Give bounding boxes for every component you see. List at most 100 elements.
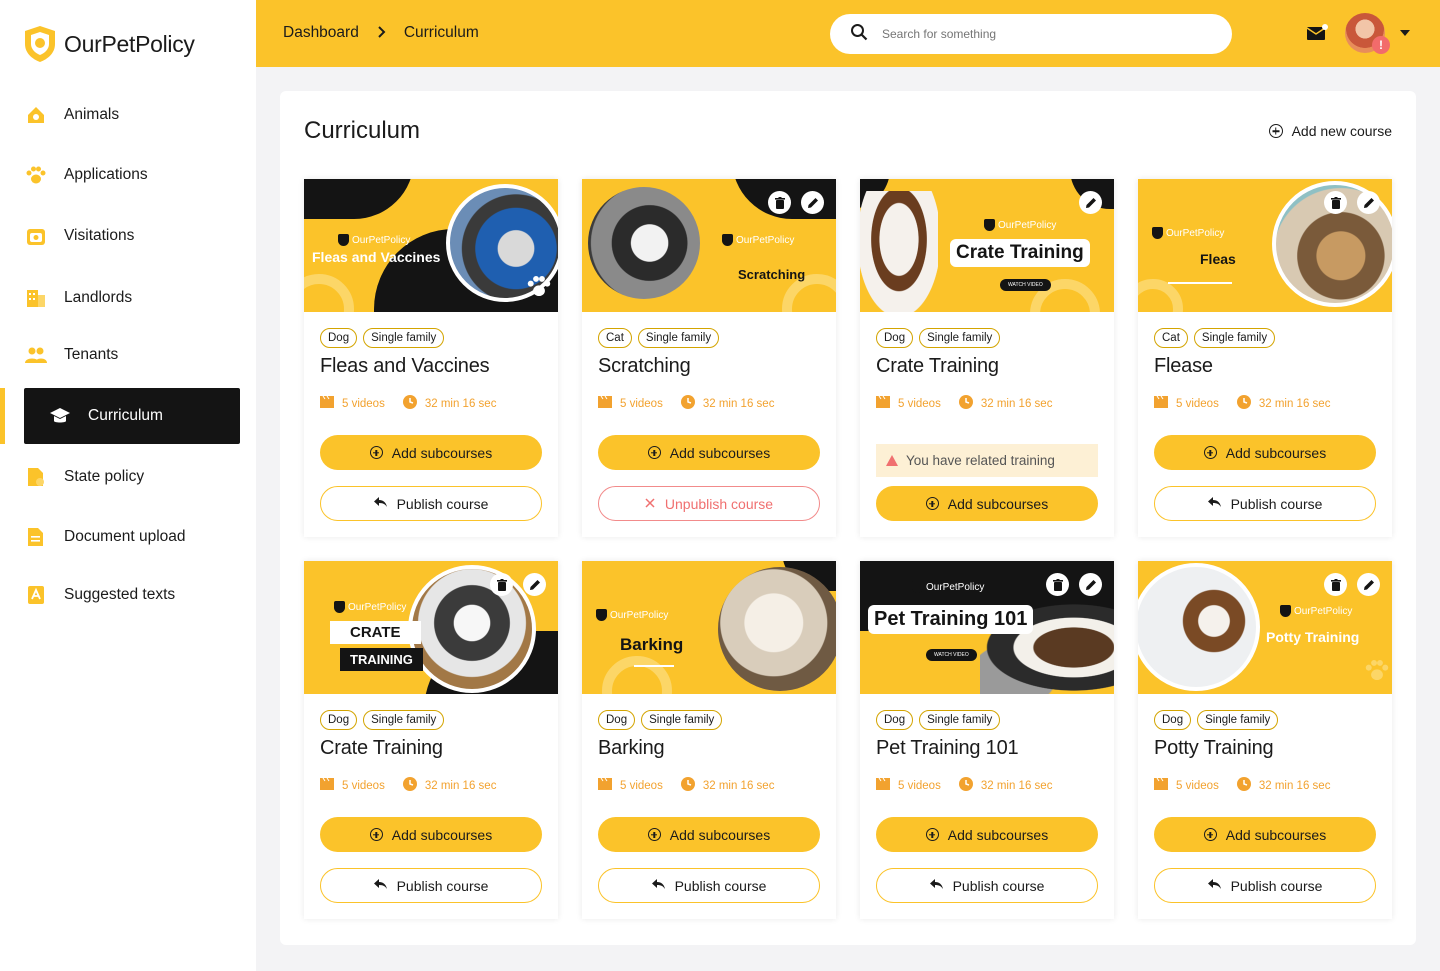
paw-icon — [24, 163, 48, 187]
add-subcourses-button[interactable]: Add subcourses — [598, 435, 820, 470]
sidebar-item-label: Visitations — [64, 227, 135, 244]
sidebar-item-landlords[interactable]: Landlords — [24, 270, 240, 326]
delete-icon[interactable] — [768, 191, 791, 214]
sidebar-item-tenants[interactable]: Tenants — [24, 327, 240, 383]
related-training-warning: You have related training — [876, 444, 1098, 477]
publish-course-label: Publish course — [396, 495, 489, 512]
plus-circle-icon — [369, 828, 383, 841]
tag: Dog — [1154, 710, 1192, 730]
publish-course-label: Publish course — [396, 877, 489, 894]
course-card[interactable]: OurPetPolicy Barking Dog Single family B… — [582, 561, 836, 919]
reply-arrow-icon — [373, 496, 387, 511]
course-duration: 32 min 16 sec — [1258, 779, 1331, 792]
edit-pencil-icon[interactable] — [1357, 573, 1380, 596]
course-card[interactable]: OurPetPolicy Scratching Cat Single famil… — [582, 179, 836, 537]
video-clapper-icon — [598, 395, 612, 411]
add-subcourses-button[interactable]: Add subcourses — [876, 817, 1098, 852]
course-thumbnail[interactable]: OurPetPolicy Fleas and Vaccines — [304, 179, 558, 312]
add-new-course-button[interactable]: Add new course — [1268, 123, 1392, 139]
watch-video-badge: WATCH VIDEO — [926, 649, 977, 661]
breadcrumb: Dashboard Curriculum — [283, 24, 479, 42]
sidebar-item-label: Landlords — [64, 289, 133, 306]
add-subcourses-button[interactable]: Add subcourses — [320, 435, 542, 470]
sidebar-item-animals[interactable]: Animals — [24, 87, 240, 143]
publish-course-button[interactable]: Publish course — [1154, 486, 1376, 521]
add-subcourses-button[interactable]: Add subcourses — [1154, 435, 1376, 470]
add-subcourses-button[interactable]: Add subcourses — [1154, 817, 1376, 852]
course-thumbnail[interactable]: OurPetPolicy Crate Training WATCH VIDEO — [860, 179, 1114, 312]
tag: Cat — [1154, 328, 1188, 348]
breadcrumb-dashboard[interactable]: Dashboard — [283, 24, 359, 42]
publish-course-button[interactable]: Publish course — [320, 486, 542, 521]
course-thumbnail[interactable]: OurPetPolicy Pet Training 101 WATCH VIDE… — [860, 561, 1114, 694]
course-card[interactable]: OurPetPolicy Crate Training WATCH VIDEO … — [860, 179, 1114, 537]
video-clapper-icon — [876, 395, 890, 411]
course-thumbnail[interactable]: OurPetPolicy CRATE TRAINING — [304, 561, 558, 694]
plus-circle-icon — [1203, 828, 1217, 841]
plus-circle-icon — [925, 828, 939, 841]
edit-pencil-icon[interactable] — [1079, 573, 1102, 596]
chevron-down-icon[interactable] — [1400, 30, 1410, 36]
course-thumbnail[interactable]: OurPetPolicy Fleas — [1138, 179, 1392, 312]
tag: Dog — [598, 710, 636, 730]
sidebar-item-state-policy[interactable]: State policy — [24, 449, 240, 505]
reply-arrow-icon — [1207, 496, 1221, 511]
video-clapper-icon — [320, 395, 334, 411]
delete-icon[interactable] — [490, 573, 513, 596]
search-bar[interactable] — [830, 14, 1232, 54]
thumb-brand: OurPetPolicy — [984, 219, 1056, 231]
course-card[interactable]: OurPetPolicy Pet Training 101 WATCH VIDE… — [860, 561, 1114, 919]
people-icon — [24, 343, 48, 367]
plus-circle-icon — [647, 828, 661, 841]
publish-course-button[interactable]: Publish course — [1154, 868, 1376, 903]
publish-course-button[interactable]: Publish course — [598, 868, 820, 903]
course-thumbnail[interactable]: OurPetPolicy Barking — [582, 561, 836, 694]
course-card[interactable]: OurPetPolicy Fleas Cat Single family Fle… — [1138, 179, 1392, 537]
delete-icon[interactable] — [1324, 573, 1347, 596]
tag: Single family — [1193, 328, 1276, 348]
add-subcourses-button[interactable]: Add subcourses — [320, 817, 542, 852]
delete-icon[interactable] — [1324, 191, 1347, 214]
publish-course-button[interactable]: Publish course — [876, 868, 1098, 903]
unpublish-course-button[interactable]: Unpublish course — [598, 486, 820, 521]
search-input[interactable] — [882, 27, 1182, 41]
thumb-brand: OurPetPolicy — [1280, 605, 1352, 617]
add-subcourses-button[interactable]: Add subcourses — [876, 486, 1098, 521]
edit-pencil-icon[interactable] — [1357, 191, 1380, 214]
sidebar-item-visitations[interactable]: Visitations — [24, 208, 240, 264]
logo-text: OurPetPolicy — [64, 30, 195, 57]
course-thumbnail[interactable]: OurPetPolicy Potty Training — [1138, 561, 1392, 694]
edit-pencil-icon[interactable] — [523, 573, 546, 596]
course-card[interactable]: OurPetPolicy CRATE TRAINING Dog Single f… — [304, 561, 558, 919]
thumb-headline: Scratching — [738, 267, 806, 282]
logo[interactable]: OurPetPolicy — [22, 24, 195, 64]
sidebar-item-suggested-texts[interactable]: Suggested texts — [24, 567, 240, 623]
thumb-headline: Crate Training — [950, 239, 1090, 267]
sidebar-item-document-upload[interactable]: Document upload — [24, 509, 240, 565]
edit-pencil-icon[interactable] — [1079, 191, 1102, 214]
reply-arrow-icon — [373, 878, 387, 893]
thumb-headline: Fleas — [1200, 251, 1236, 267]
sidebar-item-applications[interactable]: Applications — [24, 147, 240, 203]
page-title: Curriculum — [304, 117, 421, 144]
tag: Cat — [598, 328, 632, 348]
video-count: 5 videos — [898, 397, 941, 410]
video-count: 5 videos — [1176, 779, 1219, 792]
publish-course-label: Publish course — [1230, 495, 1323, 512]
video-count: 5 videos — [620, 779, 663, 792]
sidebar-item-curriculum[interactable]: Curriculum — [24, 388, 240, 444]
mail-icon[interactable] — [1306, 24, 1328, 47]
document-policy-icon — [24, 465, 48, 489]
delete-icon[interactable] — [1046, 573, 1069, 596]
add-subcourses-button[interactable]: Add subcourses — [598, 817, 820, 852]
publish-course-button[interactable]: Publish course — [320, 868, 542, 903]
course-card[interactable]: OurPetPolicy Fleas and Vaccines Dog Sing… — [304, 179, 558, 537]
warning-triangle-icon — [886, 455, 898, 466]
video-clapper-icon — [320, 777, 334, 793]
sidebar-item-label: Document upload — [64, 528, 186, 545]
edit-pencil-icon[interactable] — [801, 191, 824, 214]
sidebar-item-label: Animals — [64, 106, 120, 123]
course-card[interactable]: OurPetPolicy Potty Training Dog Single f… — [1138, 561, 1392, 919]
unpublish-course-label: Unpublish course — [664, 495, 774, 512]
course-thumbnail[interactable]: OurPetPolicy Scratching — [582, 179, 836, 312]
